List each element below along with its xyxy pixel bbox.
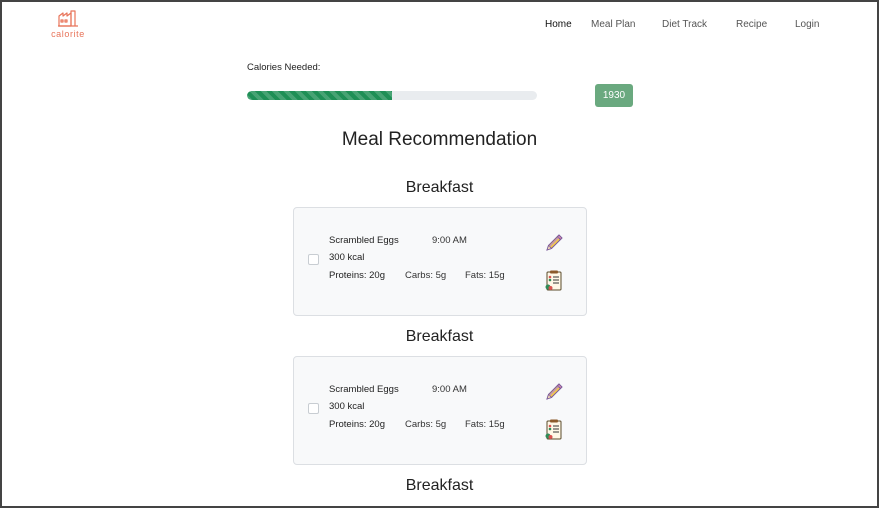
meal-carbs: Carbs: 5g: [405, 270, 447, 281]
factory-logo-icon: [58, 10, 78, 27]
meal-card: Scrambled Eggs 9:00 AM 300 kcal Proteins…: [293, 207, 587, 316]
view-recipe-button[interactable]: [544, 419, 564, 441]
meal-name: Scrambled Eggs: [329, 384, 399, 395]
meal-checkbox[interactable]: [308, 403, 319, 414]
meal-proteins: Proteins: 20g: [329, 270, 385, 281]
edit-meal-button[interactable]: [544, 382, 564, 402]
meal-time: 9:00 AM: [432, 235, 467, 246]
nav-home[interactable]: Home: [545, 19, 572, 30]
meal-calories: 300 kcal: [329, 252, 365, 263]
meal-checkbox[interactable]: [308, 254, 319, 265]
meal-name: Scrambled Eggs: [329, 235, 399, 246]
edit-meal-button[interactable]: [544, 233, 564, 253]
calories-label: Calories Needed:: [247, 62, 321, 73]
meal-fats: Fats: 15g: [465, 419, 505, 430]
calories-progress: [247, 91, 537, 100]
meal-fats: Fats: 15g: [465, 270, 505, 281]
meal-proteins: Proteins: 20g: [329, 419, 385, 430]
nav-recipe[interactable]: Recipe: [736, 19, 767, 30]
meal-heading: Breakfast: [405, 477, 474, 494]
meal-heading: Breakfast: [405, 179, 474, 196]
page-title: Meal Recommendation: [341, 129, 538, 150]
recipe-card-icon: [545, 270, 562, 291]
nav-diet-track[interactable]: Diet Track: [662, 19, 707, 30]
meal-calories: 300 kcal: [329, 401, 365, 412]
meal-carbs: Carbs: 5g: [405, 419, 447, 430]
meal-card: Scrambled Eggs 9:00 AM 300 kcal Proteins…: [293, 356, 587, 465]
meal-heading: Breakfast: [405, 328, 474, 345]
meal-time: 9:00 AM: [432, 384, 467, 395]
calories-value-badge: 1930: [595, 84, 633, 107]
pencil-icon: [546, 383, 563, 400]
app-frame: calorite Home Meal Plan Diet Track Recip…: [0, 0, 879, 508]
main-nav: Home Meal Plan Diet Track Recipe Login: [532, 19, 862, 35]
recipe-card-icon: [545, 419, 562, 440]
pencil-icon: [546, 234, 563, 251]
nav-login[interactable]: Login: [795, 19, 819, 30]
view-recipe-button[interactable]: [544, 270, 564, 292]
brand-name: calorite: [51, 29, 85, 39]
calories-progress-fill: [247, 91, 392, 100]
brand-logo[interactable]: calorite: [46, 10, 90, 39]
nav-meal-plan[interactable]: Meal Plan: [591, 19, 635, 30]
